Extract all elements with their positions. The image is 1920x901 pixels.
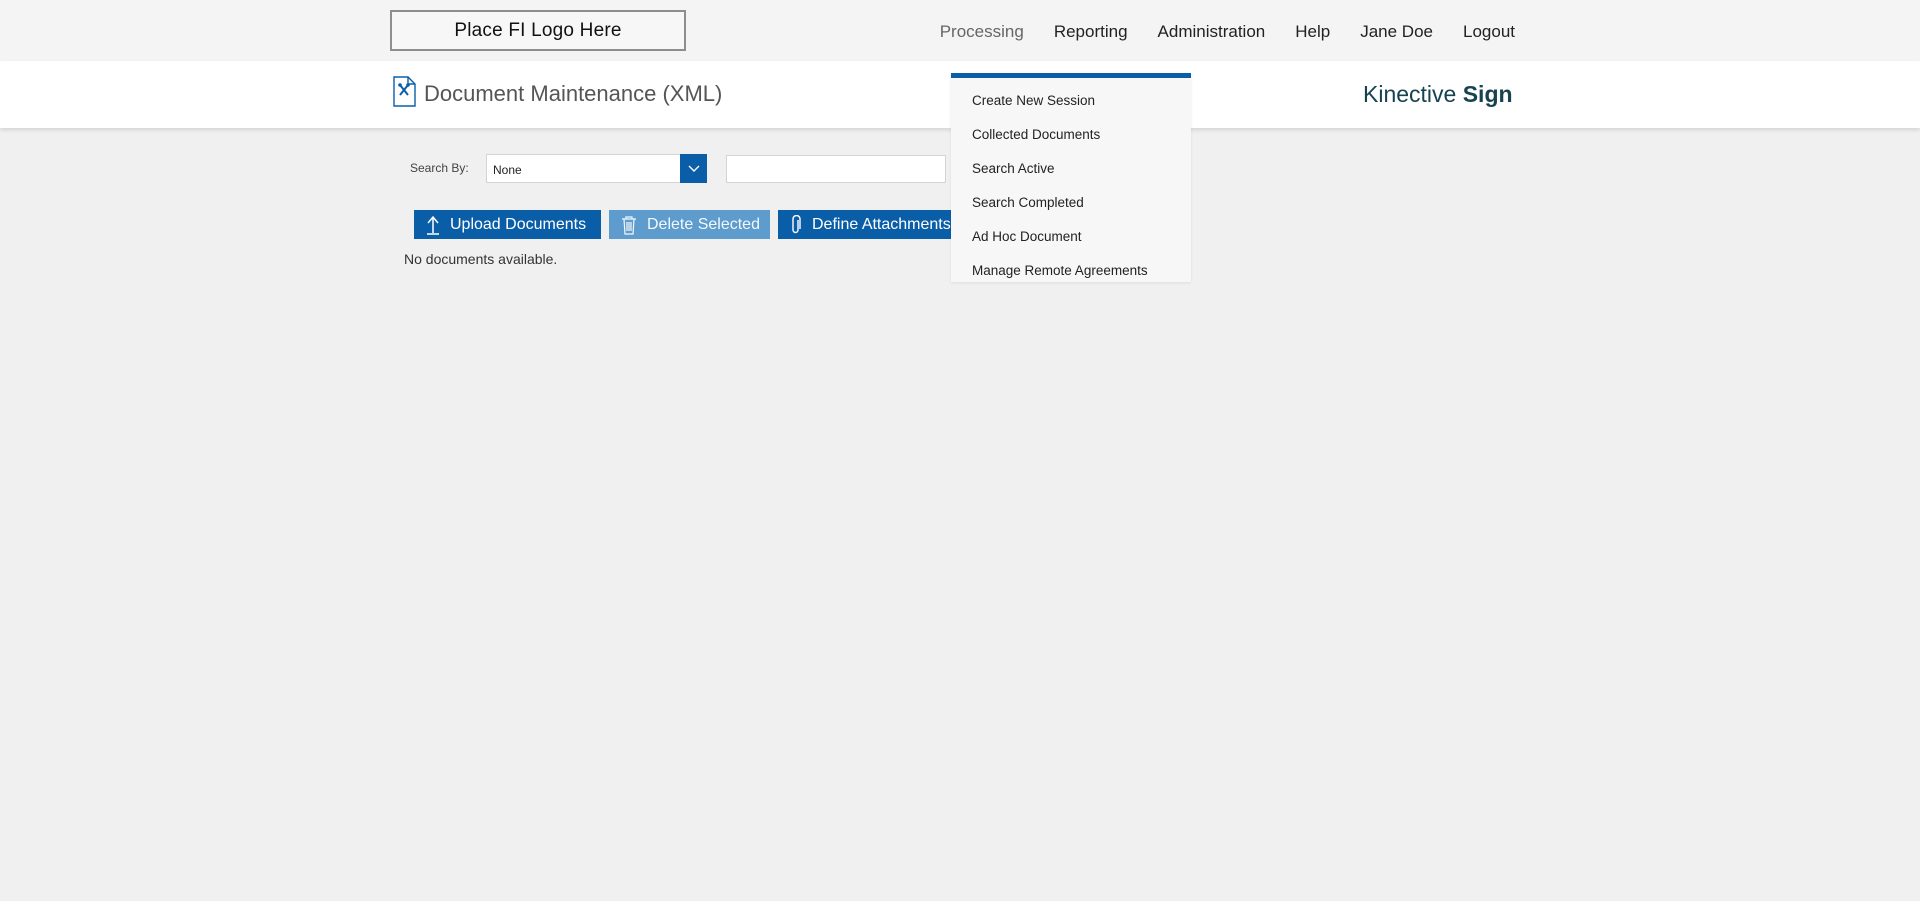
paperclip-icon xyxy=(792,214,801,233)
page-title: Document Maintenance (XML) xyxy=(424,81,723,106)
brand-logo: Kinective Sign xyxy=(1363,81,1513,108)
menu-item-collected-documents[interactable]: Collected Documents xyxy=(972,127,1100,142)
upload-arrow-icon xyxy=(427,215,439,235)
delete-selected-button[interactable]: Delete Selected xyxy=(609,210,770,239)
brand-name-bold: Sign xyxy=(1462,81,1513,107)
menu-item-create-new-session[interactable]: Create New Session xyxy=(972,93,1095,108)
upload-documents-button[interactable]: Upload Documents xyxy=(414,210,601,239)
nav-processing[interactable]: Processing xyxy=(940,22,1024,42)
brand-name-light: Kinective xyxy=(1363,81,1457,107)
fi-logo-placeholder[interactable]: Place FI Logo Here xyxy=(390,10,686,51)
processing-dropdown-menu: Create New Session Collected Documents S… xyxy=(951,73,1191,282)
main-nav: Processing Reporting Administration Help… xyxy=(910,22,1515,42)
empty-state-message: No documents available. xyxy=(404,251,558,267)
search-by-selected-value: None xyxy=(493,163,522,177)
trash-icon xyxy=(622,215,636,235)
menu-item-search-active[interactable]: Search Active xyxy=(972,161,1055,176)
nav-administration[interactable]: Administration xyxy=(1158,22,1266,42)
search-by-label: Search By: xyxy=(410,161,469,175)
menu-item-manage-remote-agreements[interactable]: Manage Remote Agreements xyxy=(972,263,1148,278)
search-input[interactable] xyxy=(726,155,946,183)
nav-help[interactable]: Help xyxy=(1295,22,1330,42)
upload-documents-label: Upload Documents xyxy=(450,215,587,233)
search-by-select[interactable]: None xyxy=(486,154,707,183)
top-nav-bar: Place FI Logo Here Processing Reporting … xyxy=(0,0,1920,61)
chevron-down-icon[interactable] xyxy=(680,154,707,183)
nav-reporting[interactable]: Reporting xyxy=(1054,22,1128,42)
menu-item-ad-hoc-document[interactable]: Ad Hoc Document xyxy=(972,229,1082,244)
document-wrench-icon xyxy=(393,76,416,107)
define-attachments-button[interactable]: Define Attachments xyxy=(778,210,952,239)
delete-selected-label: Delete Selected xyxy=(647,215,760,233)
define-attachments-label: Define Attachments xyxy=(812,215,951,233)
nav-logout[interactable]: Logout xyxy=(1463,22,1515,42)
nav-user-name[interactable]: Jane Doe xyxy=(1360,22,1433,42)
menu-item-search-completed[interactable]: Search Completed xyxy=(972,195,1084,210)
